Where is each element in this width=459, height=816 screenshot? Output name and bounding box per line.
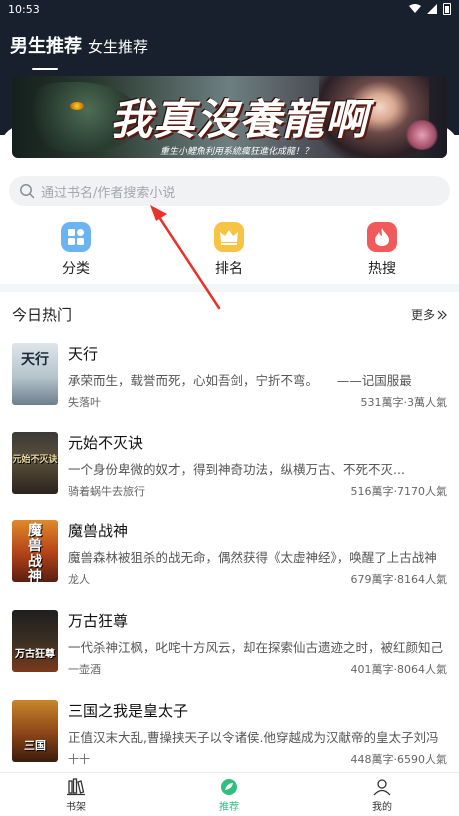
nav-label: 我的 (372, 802, 392, 813)
book-stats: 448萬字·6590人氣 (350, 753, 448, 766)
signal-icon (427, 4, 437, 14)
nav-profile[interactable]: 我的 (352, 778, 412, 813)
book-author: 龙人 (68, 573, 90, 586)
book-author: 一壶酒 (68, 663, 101, 676)
cover-text: 元始不灭诀 (12, 455, 58, 465)
book-cover: 魔兽战神 (12, 520, 58, 582)
nav-recommend[interactable]: 推荐 (199, 778, 259, 813)
category-button-classify[interactable]: 分类 (36, 222, 116, 278)
book-author: 十十 (68, 753, 90, 766)
book-description: 魔兽森林被狙杀的战无命，偶然获得《太虚神经》，唤醒了上古战神 (68, 550, 437, 565)
book-item[interactable]: 三国 三国之我是皇太子 正值汉末大乱,曹操挟天子以令诸侯.他穿越成为汉献帝的皇太… (0, 700, 459, 780)
recommend-icon (221, 779, 237, 795)
book-item[interactable]: 魔兽战神 魔兽战神 魔兽森林被狙杀的战无命，偶然获得《太虚神经》，唤醒了上古战神… (0, 520, 459, 600)
book-description: 承荣而生，载誉而死，心如吾剑，宁折不弯。 ——记国服最 (68, 373, 412, 388)
nav-bookshelf[interactable]: 书架 (46, 778, 106, 813)
flower-illustration (405, 120, 439, 150)
book-author: 骑着蜗牛去旅行 (68, 485, 145, 498)
category-icon (61, 222, 91, 252)
flame-icon (367, 222, 397, 252)
book-description: 一代杀神江枫，叱咤十方风云，却在探索仙古遗迹之时，被红颜知己 (68, 640, 444, 655)
gender-tabs: 男生推荐 女生推荐 (10, 32, 148, 70)
double-chevron-right-icon (437, 310, 447, 319)
book-stats: 679萬字·8164人氣 (350, 573, 448, 586)
book-description: 一个身份卑微的奴才，得到神奇功法，纵横万古、不死不灭... (68, 462, 405, 477)
status-time: 10:53 (8, 2, 40, 16)
search-placeholder: 通过书名/作者搜索小说 (41, 185, 176, 201)
book-item[interactable]: 万古狂尊 万古狂尊 一代杀神江枫，叱咤十方风云，却在探索仙古遗迹之时，被红颜知己… (0, 610, 459, 690)
battery-icon (443, 3, 451, 15)
status-bar: 10:53 (0, 0, 459, 18)
nav-label: 推荐 (219, 802, 239, 813)
book-cover: 三国 (12, 700, 58, 762)
promo-banner[interactable]: 我真沒養龍啊 重生小鯉魚利用系統瘋狂進化成龍！？ (12, 76, 447, 158)
category-label: 分类 (62, 261, 90, 277)
section-divider (0, 284, 459, 292)
book-author: 失落叶 (68, 396, 101, 409)
category-row: 分类 排名 热搜 (0, 222, 459, 278)
category-button-hot-search[interactable]: 热搜 (342, 222, 422, 278)
book-stats: 531萬字·3萬人氣 (360, 396, 448, 409)
book-cover: 万古狂尊 (12, 610, 58, 672)
bookshelf-icon (67, 778, 85, 796)
book-title: 万古狂尊 (68, 612, 129, 630)
book-stats: 401萬字·8064人氣 (350, 663, 448, 676)
cover-text: 魔兽战神 (28, 523, 42, 582)
crown-icon (214, 222, 244, 252)
tab-male-recommend[interactable]: 男生推荐 (10, 32, 82, 70)
search-icon (20, 184, 35, 199)
more-link[interactable]: 更多 (411, 306, 447, 323)
ranking-label: 排名 (215, 261, 243, 277)
dragon-eye-illustration (70, 102, 84, 110)
nav-label: 书架 (66, 802, 86, 813)
banner-title: 我真沒養龍啊 (110, 95, 369, 144)
tab-female-recommend[interactable]: 女生推荐 (88, 36, 148, 57)
book-item[interactable]: 元始不灭诀 元始不灭诀 一个身份卑微的奴才，得到神奇功法，纵横万古、不死不灭..… (0, 432, 459, 512)
book-stats: 516萬字·7170人氣 (350, 485, 448, 498)
book-item[interactable]: 天行 天行 承荣而生，载誉而死，心如吾剑，宁折不弯。 ——记国服最 失落叶 53… (0, 343, 459, 423)
book-title: 魔兽战神 (68, 522, 129, 540)
more-label: 更多 (410, 308, 435, 322)
book-title: 元始不灭诀 (68, 434, 144, 452)
hot-search-label: 热搜 (368, 261, 396, 277)
cover-text: 天行 (21, 352, 49, 368)
book-title: 天行 (68, 345, 99, 363)
book-cover: 天行 (12, 343, 58, 405)
banner-subtitle: 重生小鯉魚利用系統瘋狂進化成龍！？ (160, 147, 314, 157)
cover-text: 三国 (24, 739, 46, 752)
status-icons (409, 3, 451, 15)
search-bar[interactable]: 通过书名/作者搜索小说 (9, 176, 450, 206)
wifi-icon (409, 4, 421, 13)
section-title: 今日热门 (12, 306, 73, 324)
cover-text: 万古狂尊 (15, 649, 55, 660)
bottom-nav: 书架 推荐 我的 (0, 772, 459, 816)
category-button-ranking[interactable]: 排名 (189, 222, 269, 278)
book-cover: 元始不灭诀 (12, 432, 58, 494)
book-title: 三国之我是皇太子 (68, 702, 189, 720)
book-description: 正值汉末大乱,曹操挟天子以令诸侯.他穿越成为汉献帝的皇太子刘冯 (68, 730, 439, 745)
profile-icon (373, 779, 391, 796)
